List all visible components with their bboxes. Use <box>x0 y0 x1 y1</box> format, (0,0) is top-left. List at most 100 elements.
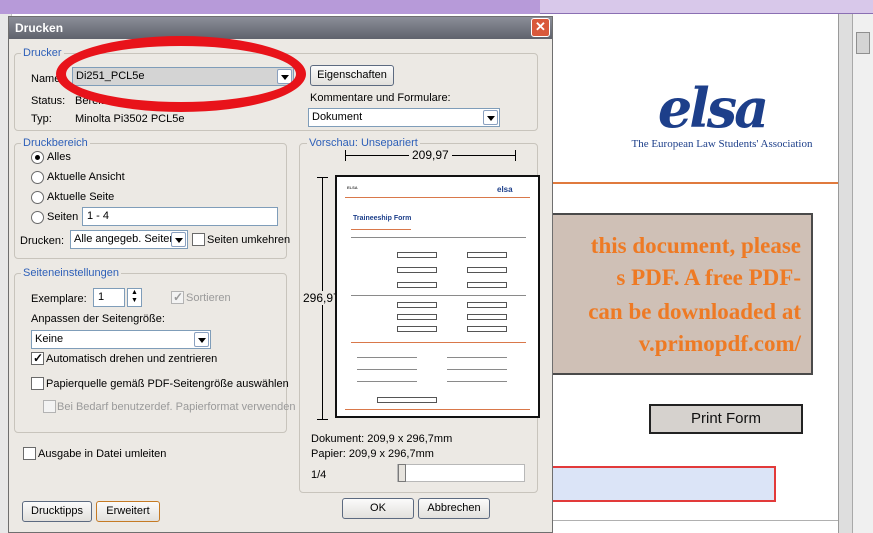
auto-rotate-label[interactable]: Automatisch drehen und zentrieren <box>46 353 217 365</box>
dimension-tick <box>345 150 346 161</box>
preview-rule <box>357 357 417 358</box>
preview-page-slider[interactable] <box>397 464 525 482</box>
pdf-notice-box: this document, please s PDF. A free PDF-… <box>548 213 813 375</box>
print-form-button[interactable]: Print Form <box>649 404 803 434</box>
paper-size-text: Papier: 209,9 x 296,7mm <box>311 448 434 460</box>
ok-button[interactable]: OK <box>342 498 414 519</box>
copies-label: Exemplare: <box>31 293 87 305</box>
preview-field <box>467 252 507 258</box>
preview-field <box>467 267 507 273</box>
elsa-logo: elsa <box>657 76 769 140</box>
divider <box>548 182 838 184</box>
pages-input[interactable]: 1 - 4 <box>82 207 278 226</box>
preview-rule <box>351 295 526 296</box>
preview-logo: elsa <box>497 185 513 194</box>
preview-field <box>467 282 507 288</box>
preview-rule <box>351 237 526 238</box>
printer-name-value: Di251_PCL5e <box>76 70 145 82</box>
app-title-strip <box>0 0 873 14</box>
copies-value: 1 <box>98 291 105 303</box>
printer-group-label: Drucker <box>21 47 64 59</box>
radio-pages-label[interactable]: Seiten <box>47 211 78 223</box>
divider <box>548 520 838 521</box>
preview-rule <box>345 197 530 198</box>
page-scaling-select[interactable]: Keine <box>31 330 211 349</box>
printer-name-select[interactable]: Di251_PCL5e <box>72 67 294 86</box>
preview-header: ELSA <box>347 185 358 190</box>
radio-current-view-label[interactable]: Aktuelle Ansicht <box>47 171 125 183</box>
preview-form-title: Traineeship Form <box>353 215 412 222</box>
print-subset-label: Drucken: <box>20 235 65 247</box>
page-scaling-value: Keine <box>35 333 64 345</box>
notice-line: this document, please <box>590 233 801 258</box>
paper-source-checkbox[interactable] <box>31 377 44 390</box>
chevron-down-icon[interactable] <box>194 332 209 347</box>
printer-type-value: Minolta Pi3502 PCL5e <box>75 113 185 125</box>
dialog-titlebar[interactable]: Drucken ✕ <box>9 17 552 39</box>
print-subset-select[interactable]: Alle angegeb. Seiten <box>70 230 188 249</box>
preview-rule <box>357 381 417 382</box>
preview-rule <box>447 369 507 370</box>
reverse-pages-label[interactable]: Seiten umkehren <box>207 234 290 246</box>
copies-stepper[interactable]: ▲ ▼ <box>127 288 142 307</box>
document-size-text: Dokument: 209,9 x 296,7mm <box>311 433 453 445</box>
page-scaling-label: Anpassen der Seitengröße: <box>31 313 165 325</box>
print-to-file-checkbox[interactable] <box>23 447 36 460</box>
collate-checkbox[interactable] <box>171 290 184 304</box>
preview-rule <box>357 369 417 370</box>
reverse-pages-checkbox[interactable] <box>192 233 205 246</box>
radio-current-page-label[interactable]: Aktuelle Seite <box>47 191 114 203</box>
preview-rule <box>345 409 530 410</box>
preview-width-value: 209,97 <box>409 148 452 162</box>
print-to-file-label[interactable]: Ausgabe in Datei umleiten <box>38 448 166 460</box>
advanced-button[interactable]: Erweitert <box>96 501 160 522</box>
dimension-tick <box>317 419 328 420</box>
dimension-tick <box>317 177 328 178</box>
close-icon[interactable]: ✕ <box>531 18 550 37</box>
comments-forms-select[interactable]: Dokument <box>308 108 500 127</box>
vertical-scrollbar[interactable] <box>852 14 873 533</box>
radio-pages[interactable] <box>31 211 44 224</box>
radio-current-page[interactable] <box>31 191 44 204</box>
preview-field <box>397 326 437 332</box>
preview-field <box>397 282 437 288</box>
preview-field <box>467 302 507 308</box>
scrollbar-thumb[interactable] <box>856 32 870 54</box>
slider-thumb[interactable] <box>398 464 406 482</box>
chevron-down-icon[interactable] <box>171 232 186 247</box>
chevron-down-icon[interactable] <box>483 110 498 125</box>
copies-input[interactable]: 1 <box>93 288 125 307</box>
printer-status-label: Status: <box>31 95 66 107</box>
dialog-title: Drucken <box>15 21 64 35</box>
page-indicator: 1/4 <box>311 469 327 481</box>
cancel-button[interactable]: Abbrechen <box>418 498 490 519</box>
printer-name-label: Name: <box>31 73 64 85</box>
chevron-down-icon[interactable] <box>277 69 292 84</box>
radio-current-view[interactable] <box>31 171 44 184</box>
preview-rule <box>447 381 507 382</box>
preview-page: ELSA elsa Traineeship Form <box>335 175 540 418</box>
custom-paper-checkbox[interactable] <box>43 400 56 413</box>
comments-forms-value: Dokument <box>312 111 363 123</box>
pages-input-value: 1 - 4 <box>87 210 110 222</box>
notice-line: v.primopdf.com/ <box>638 331 801 356</box>
radio-all-label[interactable]: Alles <box>47 151 71 163</box>
print-tips-button[interactable]: Drucktipps <box>22 501 92 522</box>
notice-line: s PDF. A free PDF- <box>616 265 801 290</box>
preview-field <box>467 326 507 332</box>
preview-rule <box>447 357 507 358</box>
auto-rotate-checkbox[interactable] <box>31 351 44 365</box>
elsa-subtitle: The European Law Students' Association <box>631 138 813 150</box>
notice-line: can be downloaded at <box>588 299 801 324</box>
properties-button[interactable]: Eigenschaften <box>310 65 394 86</box>
preview-rule <box>351 229 411 230</box>
preview-label: Vorschau: Unsepariert <box>307 137 420 149</box>
printer-type-label: Typ: <box>31 113 52 125</box>
radio-all[interactable] <box>31 151 44 164</box>
paper-source-label[interactable]: Papierquelle gemäß PDF-Seitengröße auswä… <box>46 378 289 390</box>
preview-field <box>467 314 507 320</box>
form-field[interactable] <box>548 466 776 502</box>
preview-field <box>397 267 437 273</box>
preview-field <box>397 314 437 320</box>
preview-field <box>377 397 437 403</box>
